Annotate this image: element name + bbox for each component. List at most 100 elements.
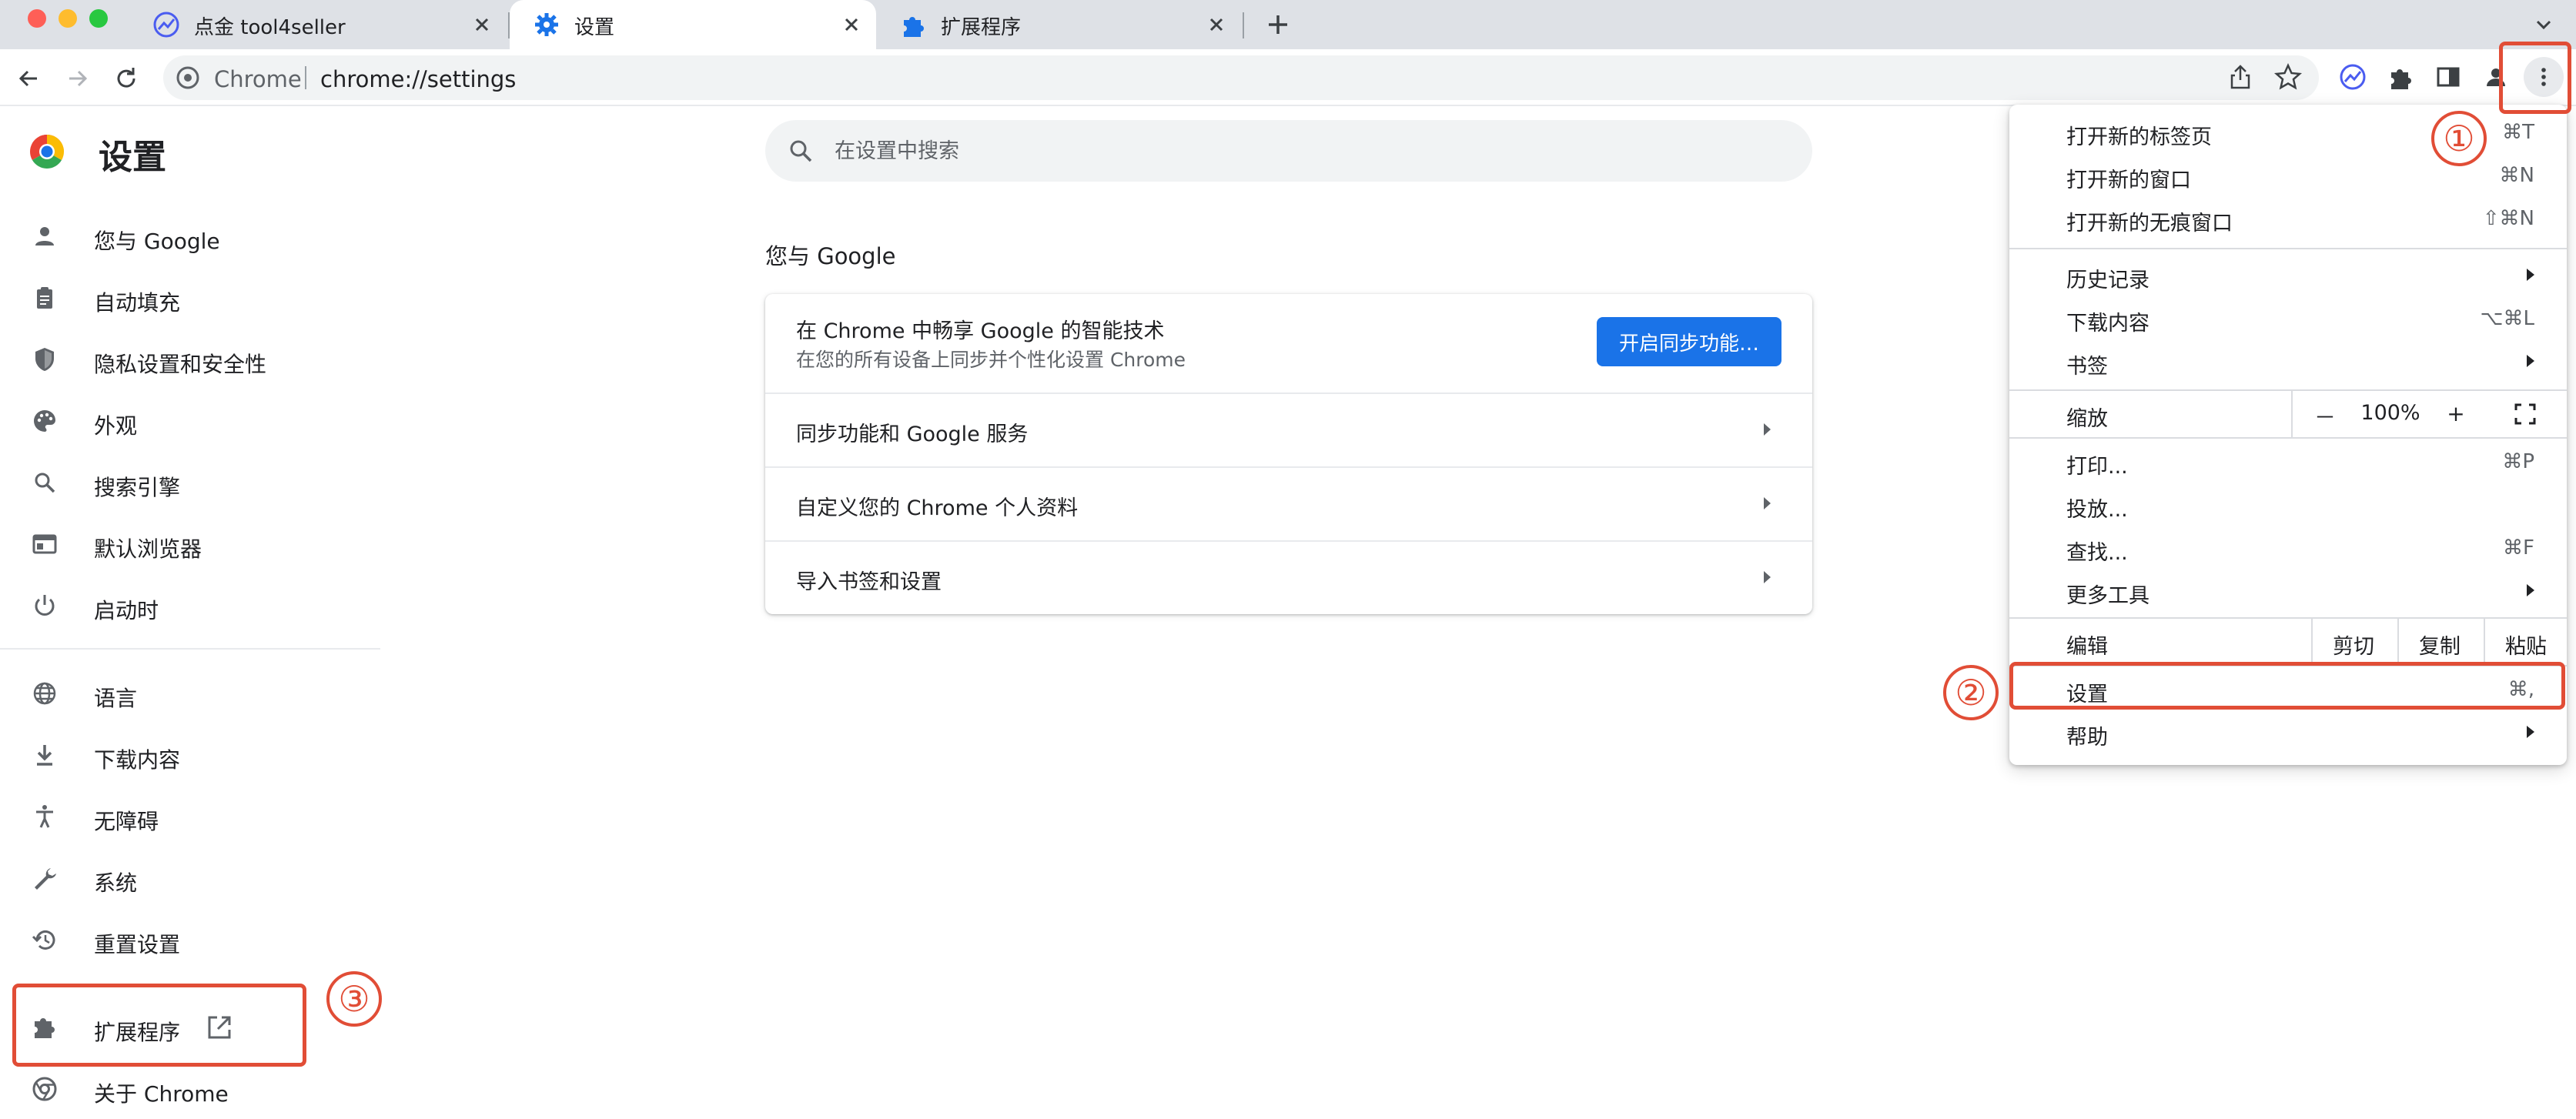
maximize-window-button[interactable] — [89, 9, 108, 28]
minimize-window-button[interactable] — [59, 9, 77, 28]
you-and-google-card: 在 Chrome 中畅享 Google 的智能技术 在您的所有设备上同步并个性化… — [765, 294, 1812, 614]
close-icon[interactable] — [1203, 11, 1230, 38]
sidebar-item-default-browser[interactable]: 默认浏览器 — [0, 517, 362, 571]
forward-arrow-icon[interactable] — [62, 63, 92, 94]
menu-item-label: 打开新的标签页 — [2066, 125, 2212, 149]
new-tab-plus-icon[interactable] — [1263, 9, 1293, 40]
sidebar-item-languages[interactable]: 语言 — [0, 666, 362, 720]
menu-item-new-window[interactable]: 打开新的窗口 ⌘N — [2009, 154, 2567, 197]
tool4seller-trend-icon[interactable] — [2337, 62, 2368, 92]
reload-icon[interactable] — [111, 63, 142, 94]
submenu-arrow-icon — [2527, 584, 2534, 596]
annotation-highlight-menu-button — [2499, 42, 2571, 114]
menu-separator — [2009, 437, 2567, 439]
close-icon[interactable] — [838, 11, 865, 38]
sidebar-item-system[interactable]: 系统 — [0, 851, 362, 905]
annotation-step-2: ② — [1943, 665, 1999, 720]
bookmark-star-icon[interactable] — [2273, 62, 2303, 92]
sidebar-item-privacy[interactable]: 隐私设置和安全性 — [0, 332, 362, 386]
sidebar-item-accessibility[interactable]: 无障碍 — [0, 790, 362, 843]
side-panel-icon[interactable] — [2433, 62, 2464, 92]
share-icon[interactable] — [2225, 62, 2256, 92]
menu-item-new-incognito-window[interactable]: 打开新的无痕窗口 ⇧⌘N — [2009, 197, 2567, 240]
address-bar[interactable]: Chrome chrome://settings — [163, 55, 2319, 100]
menu-separator — [2009, 248, 2567, 249]
submenu-arrow-icon — [2527, 355, 2534, 367]
sidebar-item-label: 语言 — [94, 686, 138, 711]
tab-extensions[interactable]: 扩展程序 — [876, 0, 1243, 49]
sidebar-item-appearance[interactable]: 外观 — [0, 394, 362, 448]
menu-item-label: 打印... — [2066, 455, 2128, 479]
sidebar-item-label: 关于 Chrome — [94, 1081, 229, 1107]
chevron-right-icon — [1764, 423, 1771, 436]
chrome-logo-icon — [30, 135, 64, 169]
sidebar-item-reset-settings[interactable]: 重置设置 — [0, 913, 362, 967]
menu-row-edit: 编辑 剪切 复制 粘贴 — [2009, 619, 2567, 665]
zoom-out-button[interactable]: － — [2310, 401, 2340, 432]
settings-search[interactable] — [765, 120, 1812, 182]
tool4seller-trend-icon — [153, 12, 179, 38]
sidebar-item-you-and-google[interactable]: 您与 Google — [0, 209, 362, 263]
submenu-arrow-icon — [2527, 269, 2534, 281]
menu-item-help[interactable]: 帮助 — [2009, 711, 2567, 754]
tab-title: 点金 tool4seller — [194, 16, 346, 39]
url-text[interactable]: chrome://settings — [320, 66, 516, 92]
menu-item-history[interactable]: 历史记录 — [2009, 254, 2567, 297]
menu-item-shortcut: ⌥⌘L — [2480, 307, 2534, 330]
sidebar-item-label: 系统 — [94, 870, 138, 896]
tab-tool4seller[interactable]: 点金 tool4seller — [129, 0, 507, 49]
fullscreen-icon[interactable] — [2513, 402, 2538, 426]
close-icon[interactable] — [468, 11, 496, 38]
menu-item-shortcut: ⌘F — [2503, 536, 2534, 560]
close-window-button[interactable] — [28, 9, 46, 28]
copy-button[interactable]: 复制 — [2397, 630, 2482, 660]
gear-icon — [535, 13, 558, 36]
turn-on-sync-button[interactable]: 开启同步功能… — [1597, 317, 1781, 366]
wrench-icon — [35, 868, 56, 890]
chrome-logo-icon — [32, 1077, 57, 1101]
menu-item-find[interactable]: 查找... ⌘F — [2009, 526, 2567, 570]
sidebar-item-label: 默认浏览器 — [94, 536, 202, 562]
chevron-down-icon[interactable] — [2530, 11, 2558, 38]
puzzle-piece-icon[interactable] — [2385, 62, 2416, 92]
menu-row-zoom: 缩放 － 100% + — [2009, 391, 2567, 437]
menu-item-label: 缩放 — [2066, 407, 2108, 431]
globe-icon — [33, 682, 56, 705]
back-arrow-icon[interactable] — [14, 63, 45, 94]
menu-item-bookmarks[interactable]: 书签 — [2009, 340, 2567, 383]
sidebar-item-downloads[interactable]: 下载内容 — [0, 728, 362, 782]
chrome-logo-icon — [176, 66, 199, 89]
menu-item-label: 打开新的窗口 — [2066, 169, 2191, 192]
tab-settings[interactable]: 设置 — [510, 0, 876, 49]
sidebar-item-autofill[interactable]: 自动填充 — [0, 271, 362, 325]
sync-and-google-services-row[interactable]: 同步功能和 Google 服务 — [765, 392, 1812, 466]
tab-title: 设置 — [574, 16, 615, 39]
paste-button[interactable]: 粘贴 — [2484, 630, 2568, 660]
sidebar-item-about-chrome[interactable]: 关于 Chrome — [0, 1062, 362, 1116]
cut-button[interactable]: 剪切 — [2311, 630, 2396, 660]
chevron-right-icon — [1764, 497, 1771, 509]
chevron-right-icon — [1764, 571, 1771, 583]
download-icon — [37, 745, 52, 766]
menu-item-label: 书签 — [2066, 355, 2108, 379]
menu-item-cast[interactable]: 投放... — [2009, 483, 2567, 526]
tab-separator — [1243, 12, 1244, 38]
import-bookmarks-row[interactable]: 导入书签和设置 — [765, 540, 1812, 614]
menu-item-more-tools[interactable]: 更多工具 — [2009, 570, 2567, 613]
search-input[interactable] — [835, 134, 1758, 168]
sidebar-item-search-engine[interactable]: 搜索引擎 — [0, 456, 362, 509]
sidebar-item-label: 隐私设置和安全性 — [94, 352, 267, 377]
customize-profile-row[interactable]: 自定义您的 Chrome 个人资料 — [765, 466, 1812, 540]
sidebar-item-label: 启动时 — [94, 598, 159, 623]
annotation-step-1: ① — [2431, 111, 2487, 166]
tab-title: 扩展程序 — [941, 16, 1022, 39]
menu-item-print[interactable]: 打印... ⌘P — [2009, 440, 2567, 483]
menu-vertical-separator — [2291, 391, 2293, 437]
menu-item-shortcut: ⌘P — [2502, 450, 2534, 473]
clipboard-icon — [37, 287, 52, 309]
sidebar-item-on-startup[interactable]: 启动时 — [0, 579, 362, 633]
menu-item-downloads[interactable]: 下载内容 ⌥⌘L — [2009, 297, 2567, 340]
search-icon — [35, 473, 55, 493]
tab-strip: 点金 tool4seller 设置 扩展程序 — [0, 0, 2576, 49]
zoom-in-button[interactable]: + — [2441, 401, 2471, 426]
